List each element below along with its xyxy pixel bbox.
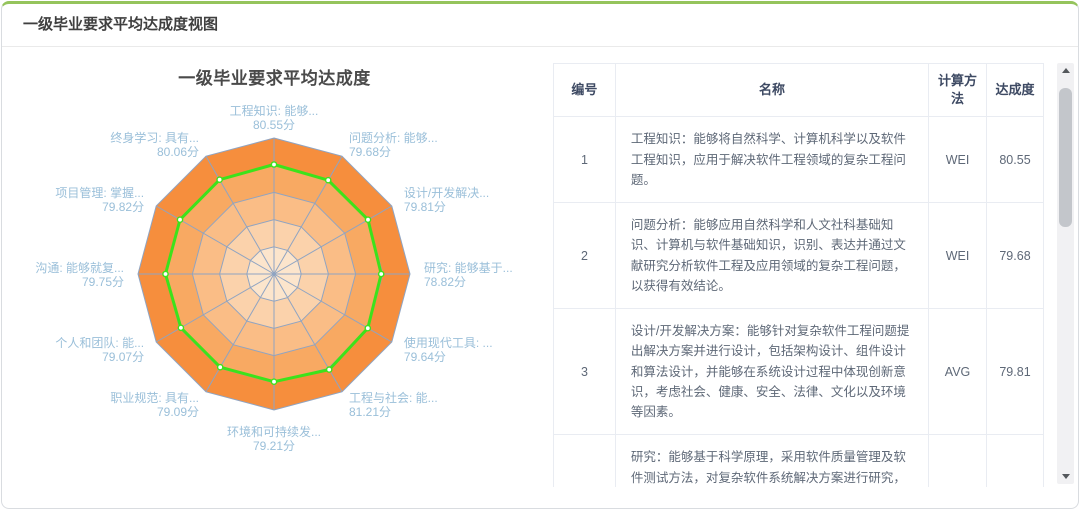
radar-axis-label: 个人和团队: 能...79.07分 (55, 335, 144, 364)
radar-axis-label: 工程与社会: 能...81.21分 (349, 390, 438, 419)
radar-data-point (271, 379, 276, 384)
arrow-up-icon (1062, 68, 1070, 73)
radar-data-point (178, 325, 183, 330)
cell-method: WEI (929, 203, 987, 309)
radar-axis-label: 工程知识: 能够...80.55分 (230, 103, 319, 132)
radar-data-point (379, 271, 384, 276)
radar-axis-label: 研究: 能够基于...78.82分 (424, 260, 513, 289)
radar-data-point (217, 177, 222, 182)
table-row: 1工程知识：能够将自然科学、计算机科学以及软件工程知识，应用于解决软件工程领域的… (554, 117, 1044, 203)
radar-data-point (163, 271, 168, 276)
column-header: 计算方法 (929, 64, 987, 117)
cell-score: 79.81 (987, 309, 1044, 435)
radar-data-point (327, 367, 332, 372)
page-title: 一级毕业要求平均达成度视图 (23, 16, 218, 33)
radar-axis-label: 问题分析: 能够...79.68分 (349, 131, 438, 159)
table-header-row: 编号名称计算方法达成度 (554, 64, 1044, 117)
table-row: 2问题分析：能够应用自然科学和人文社科基础知识、计算机与软件基础知识，识别、表达… (554, 203, 1044, 309)
radar-data-point (365, 217, 370, 222)
radar-chart: 工程知识: 能够...80.55分问题分析: 能够...79.68分设计/开发解… (2, 47, 547, 508)
requirements-table: 编号名称计算方法达成度 1工程知识：能够将自然科学、计算机科学以及软件工程知识，… (553, 63, 1044, 487)
requirements-table-panel: 编号名称计算方法达成度 1工程知识：能够将自然科学、计算机科学以及软件工程知识，… (547, 47, 1079, 508)
table-row: 3设计/开发解决方案：能够针对复杂软件工程问题提出解决方案并进行设计，包括架构设… (554, 309, 1044, 435)
radar-data-point (218, 365, 223, 370)
cell-num: 4 (554, 435, 616, 487)
radar-data-point (365, 326, 370, 331)
table-row: 4研究：能够基于科学原理，采用软件质量管理及软件测试方法，对复杂软件系统解决方案… (554, 435, 1044, 487)
cell-name: 问题分析：能够应用自然科学和人文社科基础知识、计算机与软件基础知识，识别、表达并… (615, 203, 928, 309)
content-area: 一级毕业要求平均达成度 工程知识: 能够...80.55分问题分析: 能够...… (2, 47, 1078, 508)
radar-chart-panel: 一级毕业要求平均达成度 工程知识: 能够...80.55分问题分析: 能够...… (2, 47, 547, 508)
arrow-down-icon (1062, 474, 1070, 479)
cell-name: 工程知识：能够将自然科学、计算机科学以及软件工程知识，应用于解决软件工程领域的复… (615, 117, 928, 203)
scrollbar-down-button[interactable] (1057, 469, 1074, 484)
radar-data-point (326, 178, 331, 183)
radar-axis-label: 环境和可持续发...79.21分 (227, 424, 321, 453)
radar-data-point (271, 162, 276, 167)
cell-num: 2 (554, 203, 616, 309)
scrollbar-thumb[interactable] (1059, 88, 1072, 227)
achievement-view-card: 一级毕业要求平均达成度视图 一级毕业要求平均达成度 工程知识: 能够...80.… (1, 1, 1079, 509)
column-header: 编号 (554, 64, 616, 117)
cell-name: 设计/开发解决方案：能够针对复杂软件工程问题提出解决方案并进行设计，包括架构设计… (615, 309, 928, 435)
column-header: 名称 (615, 64, 928, 117)
radar-axis-label: 终身学习: 具有...80.06分 (110, 130, 199, 159)
radar-axis-label: 项目管理: 掌握...79.82分 (55, 185, 144, 214)
radar-data-point (177, 217, 182, 222)
radar-axis-label: 设计/开发解决...79.81分 (404, 185, 489, 214)
scrollbar-up-button[interactable] (1057, 63, 1074, 78)
cell-method: MIN (929, 435, 987, 487)
cell-num: 1 (554, 117, 616, 203)
page-header: 一级毕业要求平均达成度视图 (2, 4, 1078, 47)
cell-method: AVG (929, 309, 987, 435)
column-header: 达成度 (987, 64, 1044, 117)
cell-num: 3 (554, 309, 616, 435)
cell-score: 78.82 (987, 435, 1044, 487)
radar-axis-label: 使用现代工具: ...79.64分 (404, 335, 493, 364)
cell-method: WEI (929, 117, 987, 203)
cell-score: 79.68 (987, 203, 1044, 309)
cell-name: 研究：能够基于科学原理，采用软件质量管理及软件测试方法，对复杂软件系统解决方案进… (615, 435, 928, 487)
table-scrollbar[interactable] (1057, 63, 1074, 484)
radar-axis-label: 职业规范: 具有...79.09分 (110, 390, 199, 419)
radar-axis-label: 沟通: 能够就复...79.75分 (35, 261, 124, 289)
cell-score: 80.55 (987, 117, 1044, 203)
table-viewport: 编号名称计算方法达成度 1工程知识：能够将自然科学、计算机科学以及软件工程知识，… (553, 63, 1044, 487)
